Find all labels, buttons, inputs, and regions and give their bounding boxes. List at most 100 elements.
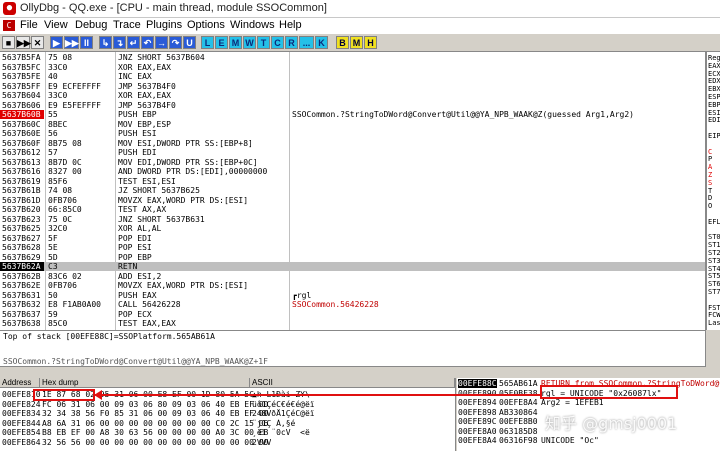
disasm-row[interactable]: 5637B5FF E9 ECFEFFFF JMP 5637B4F0 bbox=[0, 82, 705, 91]
disasm-instruction: TEST AX,AX bbox=[118, 205, 167, 214]
disasm-row[interactable]: 5637B60F 8B75 08 MOV ESI,DWORD PTR SS:[EBP… bbox=[0, 139, 705, 148]
trace-into-button[interactable]: ↵ bbox=[127, 36, 140, 49]
run-trace-window-button[interactable]: ... bbox=[299, 36, 314, 49]
windows-window-button[interactable]: W bbox=[243, 36, 256, 49]
stack-address: 00EFE89C bbox=[458, 417, 497, 426]
registers-pane[interactable]: Reg EAX ECX EDX EBX ESP EBP ESI EDI EIP C P A Z S T D O EF… bbox=[706, 52, 720, 330]
disasm-row[interactable]: 5637B62A C3 RETN bbox=[0, 262, 705, 271]
register-label: EIP bbox=[708, 132, 720, 140]
run-button[interactable]: ▶ bbox=[50, 36, 63, 49]
disasm-row[interactable]: 5637B616 8327 00 AND DWORD PTR DS:[EDI],00… bbox=[0, 167, 705, 176]
step-into-button[interactable]: ↳ bbox=[99, 36, 112, 49]
disasm-row[interactable]: 5637B61B 74 08 JZ SHORT 5637B625 bbox=[0, 186, 705, 195]
run-thread-button[interactable]: ▶▶ bbox=[64, 36, 79, 49]
stack-row[interactable]: 00EFE894 00EFE8A4 Arg2 = 1EFEB1 bbox=[457, 398, 720, 407]
disasm-address: 5637B629 bbox=[2, 252, 41, 262]
disasm-row[interactable]: 5637B5FC 33C0 XOR EAX,EAX bbox=[0, 63, 705, 72]
open-button[interactable]: ■ bbox=[2, 36, 15, 49]
menu-view[interactable]: View bbox=[44, 19, 68, 31]
disasm-bytes: 85F6 bbox=[48, 176, 68, 186]
disasm-row[interactable]: 5637B628 5E POP ESI bbox=[0, 243, 705, 252]
menu-options[interactable]: Options bbox=[187, 19, 225, 31]
dump-header-address[interactable]: Address bbox=[0, 378, 40, 388]
menu-file[interactable]: File bbox=[20, 19, 38, 31]
disasm-instruction: XOR AL,AL bbox=[118, 224, 162, 233]
disasm-row[interactable]: 5637B5FA 75 08 JNZ SHORT 5637B604 bbox=[0, 53, 705, 62]
disasm-row[interactable]: 5637B620 66:85C0 TEST AX,AX bbox=[0, 205, 705, 214]
dump-row[interactable]: 00EFE834 32 34 38 56 F0 85 31 06 00 09 03… bbox=[0, 409, 455, 418]
menu-debug[interactable]: Debug bbox=[75, 19, 107, 31]
stack-value: 565AB61A bbox=[499, 379, 538, 388]
stack-row[interactable]: 00EFE8A4 06316F98 UNICODE "Oc" bbox=[457, 436, 720, 445]
memory-window-button[interactable]: M bbox=[229, 36, 242, 49]
title-bar: ● OllyDbg - QQ.exe - [CPU - main thread,… bbox=[0, 0, 720, 18]
disasm-row[interactable]: 5637B638 85C0 TEST EAX,EAX bbox=[0, 319, 705, 328]
disasm-row[interactable]: 5637B62E 0FB706 MOVZX EAX,WORD PTR DS:[ESI… bbox=[0, 281, 705, 290]
stack-value: AB330864 bbox=[499, 407, 538, 417]
highlight-dump-bytes bbox=[33, 389, 95, 401]
disasm-instruction: MOV EDI,DWORD PTR SS:[EBP+0C] bbox=[118, 157, 258, 167]
close-button[interactable]: ✕ bbox=[31, 36, 44, 49]
cpu-window-icon[interactable]: C bbox=[3, 20, 15, 31]
dump-header-ascii[interactable]: ASCII bbox=[250, 378, 455, 388]
step-over-button[interactable]: ↴ bbox=[113, 36, 126, 49]
disasm-row[interactable]: 5637B637 59 POP ECX bbox=[0, 310, 705, 319]
disasm-bytes: 8B7D 0C bbox=[48, 157, 82, 167]
disasm-row[interactable]: 5637B61D 0FB706 MOVZX EAX,WORD PTR DS:[ESI… bbox=[0, 196, 705, 205]
dump-address: 00EFE844 bbox=[2, 418, 41, 428]
disasm-row[interactable]: 5637B629 5D POP EBP bbox=[0, 253, 705, 262]
disasm-row[interactable]: 5637B627 5F POP EDI bbox=[0, 234, 705, 243]
disasm-row[interactable]: 5637B619 85F6 TEST ESI,ESI bbox=[0, 177, 705, 186]
disasm-row[interactable]: 5637B625 32C0 XOR AL,AL bbox=[0, 224, 705, 233]
stack-value: 063185D8 bbox=[499, 426, 538, 436]
dump-row[interactable]: 00EFE844 A8 6A 31 06 00 00 00 00 00 00 00… bbox=[0, 419, 455, 428]
hardware-breakpoints-button[interactable]: H bbox=[364, 36, 377, 49]
dump-row[interactable]: 00EFE864 32 56 56 00 00 00 00 00 00 00 00… bbox=[0, 438, 455, 447]
disasm-row[interactable]: 5637B60C 8BEC MOV EBP,ESP bbox=[0, 120, 705, 129]
disasm-instruction: ADD ESI,2 bbox=[118, 271, 162, 281]
disasm-row[interactable]: 5637B612 57 PUSH EDI bbox=[0, 148, 705, 157]
dump-ascii: 248VðÅ1ÇéC@ëï bbox=[252, 409, 315, 418]
disasm-instruction: PUSH ESI bbox=[118, 129, 157, 138]
disasm-row[interactable]: 5637B613 8B7D 0C MOV EDI,DWORD PTR SS:[EBP… bbox=[0, 158, 705, 167]
pause-button[interactable]: II bbox=[80, 36, 93, 49]
disassembly-pane[interactable]: 5637B5FA 75 08 JNZ SHORT 5637B604 5637B5FC 3… bbox=[0, 52, 706, 331]
disasm-row[interactable]: 5637B631 50 PUSH EAX ┏rgl bbox=[0, 291, 705, 300]
cpu-window-button[interactable]: C bbox=[271, 36, 284, 49]
disasm-row[interactable]: 5637B62B 83C6 02 ADD ESI,2 bbox=[0, 272, 705, 281]
execute-till-return-button[interactable]: → bbox=[155, 36, 168, 49]
disasm-instruction: CALL 56426228 bbox=[118, 300, 181, 309]
disasm-instruction: MOVZX EAX,WORD PTR DS:[ESI] bbox=[118, 281, 249, 290]
disasm-row[interactable]: 5637B632 E8 F1AB0A00 CALL 56426228 SSOCommo… bbox=[0, 300, 705, 309]
disasm-bytes: 0FB706 bbox=[48, 195, 77, 205]
menu-plugins[interactable]: Plugins bbox=[146, 19, 182, 31]
breakpoints-window-button[interactable]: B bbox=[336, 36, 349, 49]
menu-help[interactable]: Help bbox=[279, 19, 302, 31]
threads-window-button[interactable]: T bbox=[257, 36, 270, 49]
dump-row[interactable]: 00EFE854 B8 EB EF 00 A8 30 63 56 00 00 00… bbox=[0, 428, 455, 437]
register-label: ST7 bbox=[708, 288, 720, 296]
disasm-row[interactable]: 5637B5FE 40 INC EAX bbox=[0, 72, 705, 81]
memory-breakpoints-button[interactable]: M bbox=[350, 36, 363, 49]
restart-button[interactable]: ▶▶ bbox=[16, 36, 31, 49]
menu-windows[interactable]: Windows bbox=[230, 19, 275, 31]
disasm-instruction: INC EAX bbox=[118, 72, 152, 81]
goto-button[interactable]: ↷ bbox=[169, 36, 182, 49]
menu-trace[interactable]: Trace bbox=[113, 19, 141, 31]
disasm-row[interactable]: 5637B623 75 0C JNZ SHORT 5637B631 bbox=[0, 215, 705, 224]
trace-over-button[interactable]: ↶ bbox=[141, 36, 154, 49]
log-window-button[interactable]: L bbox=[201, 36, 214, 49]
disasm-address: 5637B637 bbox=[2, 309, 41, 319]
modules-window-button[interactable]: E bbox=[215, 36, 228, 49]
dump-header-hex[interactable]: Hex dump bbox=[40, 378, 250, 388]
dump-ascii: ¨j1Ç À,§é bbox=[252, 418, 296, 428]
disasm-row[interactable]: 5637B604 33C0 XOR EAX,EAX bbox=[0, 91, 705, 100]
disasm-bytes: 8B75 08 bbox=[48, 138, 82, 148]
disasm-row[interactable]: 5637B60B 55 PUSH EBP SSOCommon.?StringToDWo… bbox=[0, 110, 705, 119]
disasm-row[interactable]: 5637B606 E9 E5FEFFFF JMP 5637B4F0 bbox=[0, 101, 705, 110]
disasm-address: 5637B5FA bbox=[2, 53, 41, 62]
call-stack-window-button[interactable]: K bbox=[315, 36, 328, 49]
references-window-button[interactable]: R bbox=[285, 36, 298, 49]
execute-till-user-code-button[interactable]: U bbox=[183, 36, 196, 49]
disasm-row[interactable]: 5637B60E 56 PUSH ESI bbox=[0, 129, 705, 138]
